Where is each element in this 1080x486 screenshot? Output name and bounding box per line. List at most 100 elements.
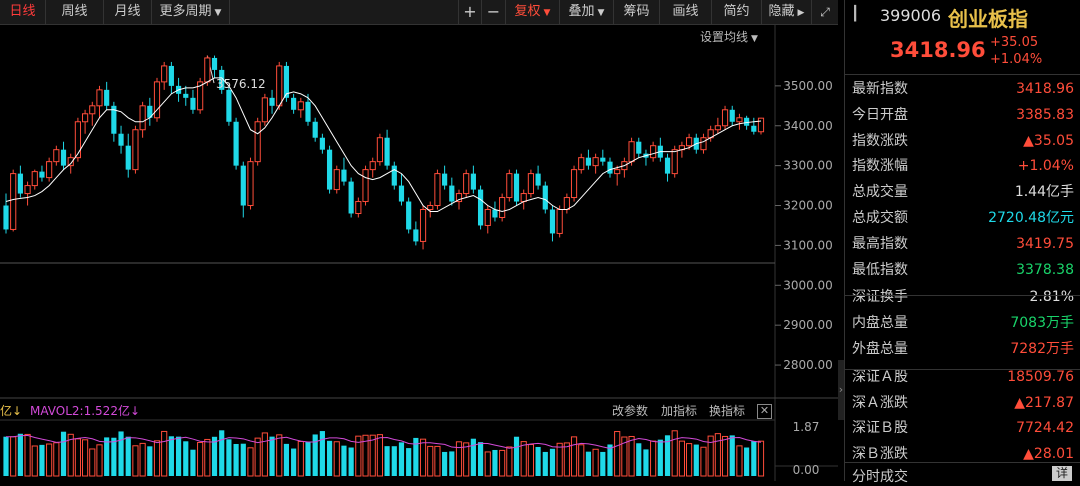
tab-monthly[interactable]: 月线 [104, 0, 152, 24]
volume-bar [570, 436, 578, 477]
quote-row-value: 3419.75 [1016, 235, 1074, 252]
quote-row-value: 7724.42 [1016, 420, 1074, 437]
zoom-out-button[interactable]: − [482, 0, 506, 24]
candle [125, 133, 131, 178]
quote-row-value: ▲35.05 [1023, 132, 1074, 149]
restore-rights-label: 复权 [514, 4, 541, 19]
candle [520, 189, 527, 210]
candle [226, 85, 232, 126]
candle [319, 133, 325, 154]
detail-button[interactable]: 详 [1052, 466, 1073, 481]
quote-row-label: 总成交额 [852, 210, 908, 226]
volume-bar [168, 436, 174, 476]
volume-bar [657, 439, 663, 476]
period-toolbar: 日线 周线 月线 更多周期 ▼ + − 复权 ▼ 叠加 ▼ 筹码 画线 简约 隐藏 ▶ … [0, 0, 838, 25]
hide-button[interactable]: 隐藏 ▶ [762, 0, 812, 24]
hide-label: 隐藏 [768, 4, 795, 19]
volume-bar [693, 444, 699, 476]
candle [3, 193, 9, 234]
price-axis: 3500.00 3400.00 3300.00 3200.00 3100.00 3000.… [775, 79, 833, 372]
volume-bar [736, 445, 743, 477]
switch-indicator-button[interactable]: 换指标 [709, 402, 745, 419]
close-icon[interactable]: ✕ [757, 404, 772, 419]
quote-row-label: 最新指数 [852, 81, 908, 97]
chevron-down-icon: ▼ [597, 8, 605, 18]
volume-bar [643, 449, 649, 476]
candle [513, 169, 520, 206]
candle [312, 117, 318, 142]
candle [161, 61, 168, 90]
volume-bar [153, 440, 161, 477]
tick-trades-title: 分时成交 [852, 469, 908, 485]
draw-line-button[interactable]: 画线 [660, 0, 712, 24]
volume-bar [89, 448, 96, 477]
candle [477, 185, 484, 230]
candle [118, 125, 124, 154]
vol-max-label: 1.87 [793, 420, 820, 434]
volume-bar [678, 440, 685, 477]
quote-row: 指数涨跌 ▲35.05 [852, 129, 1074, 154]
volume-bar [240, 443, 246, 476]
mavol-label: MAVOL2:1.522亿↓ [30, 404, 141, 418]
quote-row-label: 深证Ｂ股 [852, 420, 908, 437]
quote-row: 最新指数 3418.96 [852, 77, 1074, 102]
candle [362, 165, 369, 206]
volume-bar [139, 442, 146, 477]
tab-daily[interactable]: 日线 [0, 0, 46, 24]
volume-bar [31, 445, 38, 477]
volume-bar [419, 438, 427, 477]
restore-rights-button[interactable]: 复权 ▼ [506, 0, 560, 24]
volume-bar [520, 441, 527, 477]
candle [291, 93, 297, 114]
volume-bar [348, 447, 354, 476]
volume-bar [261, 432, 268, 477]
zoom-in-button[interactable]: + [458, 0, 482, 24]
quote-row: 深Ｂ涨跌 ▲28.01 [852, 442, 1074, 467]
divider [845, 369, 1080, 370]
menu-icon[interactable]: ┃ [851, 6, 859, 22]
quote-row: 最低指数 3378.38 [852, 258, 1074, 283]
y-tick-label: 3400.00 [783, 119, 833, 133]
volume-bar [74, 438, 81, 477]
brief-button[interactable]: 简约 [712, 0, 762, 24]
y-tick-label: 3200.00 [783, 199, 833, 213]
candle [751, 117, 757, 135]
volume-bar [391, 446, 397, 476]
quote-row-label: 指数涨幅 [852, 158, 908, 175]
candle [492, 201, 498, 222]
overlay-button[interactable]: 叠加 ▼ [560, 0, 614, 24]
set-ma-button[interactable]: 设置均线 ▼ [700, 28, 758, 45]
candle [111, 101, 117, 142]
candle [297, 97, 304, 118]
set-ma-label: 设置均线 [700, 30, 749, 44]
tab-more-periods[interactable]: 更多周期 ▼ [152, 0, 230, 24]
candle [542, 181, 548, 214]
candle [89, 101, 96, 126]
candle [139, 101, 146, 138]
add-indicator-button[interactable]: 加指标 [661, 402, 697, 419]
candle [570, 165, 578, 202]
candle [406, 197, 412, 234]
quote-row-value: ▲28.01 [1023, 446, 1074, 463]
volume-bar [506, 446, 513, 477]
volume-bar [376, 434, 383, 477]
change-params-button[interactable]: 改参数 [612, 402, 648, 419]
candle [527, 169, 534, 198]
volume-bar [700, 446, 707, 477]
quote-row-value: ▲217.87 [1014, 394, 1074, 411]
expand-icon[interactable]: ⤢ [812, 0, 838, 24]
more-periods-label: 更多周期 [159, 4, 212, 19]
chips-button[interactable]: 筹码 [614, 0, 660, 24]
candle [419, 205, 427, 250]
quote-row-value: 3378.38 [1016, 261, 1074, 278]
candle [721, 105, 729, 130]
candle [261, 93, 268, 126]
tab-weekly[interactable]: 周线 [46, 0, 104, 24]
quote-row-value: +1.04% [1017, 158, 1074, 175]
quote-row: 深Ａ涨跌 ▲217.87 [852, 391, 1074, 416]
candle [233, 117, 239, 170]
change-value: +35.05 [990, 35, 1039, 50]
volume-bar [607, 444, 613, 476]
volume-bar [60, 431, 67, 476]
volume-bar [291, 448, 297, 476]
